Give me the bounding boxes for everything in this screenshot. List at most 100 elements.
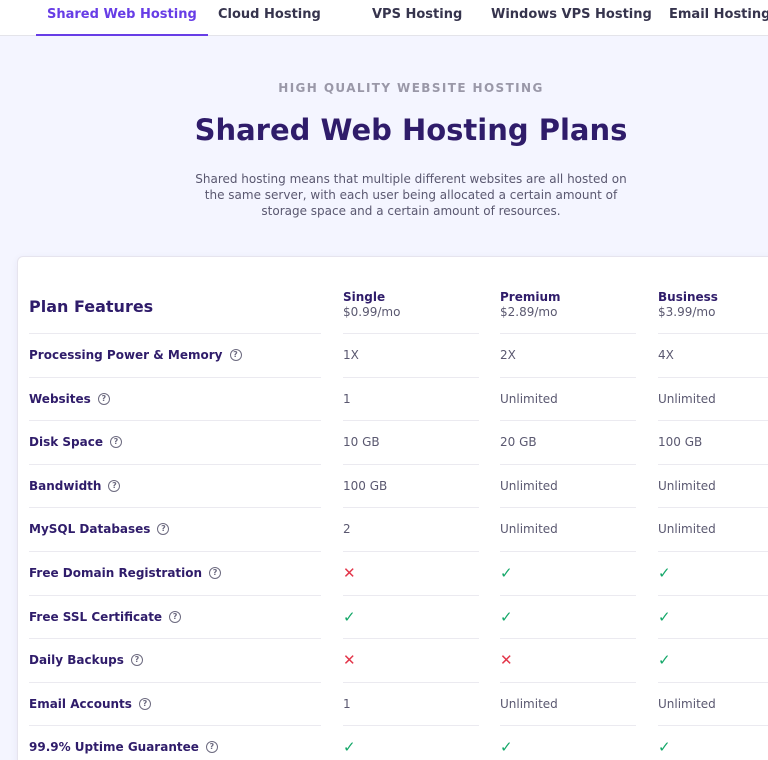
feature-availability: ✓	[500, 563, 513, 583]
plan-header-single: Single $0.99/mo	[343, 290, 400, 319]
feature-value: 1	[343, 391, 351, 406]
help-icon[interactable]: ?	[205, 741, 218, 754]
check-icon: ✓	[343, 738, 356, 757]
help-icon[interactable]: ?	[109, 436, 122, 449]
feature-label: Free SSL Certificate?	[29, 607, 182, 627]
plan-header-premium: Premium $2.89/mo	[500, 290, 561, 319]
feature-label-text: Free Domain Registration	[29, 566, 203, 580]
plan-features-heading: Plan Features	[29, 297, 154, 316]
row-divider	[343, 507, 479, 508]
check-icon: ✓	[658, 607, 671, 626]
feature-label: Bandwidth?	[29, 476, 121, 496]
row-divider	[658, 638, 768, 639]
feature-value: 2X	[500, 348, 516, 362]
row-divider	[29, 682, 321, 683]
row-divider	[343, 464, 479, 465]
row-divider	[500, 420, 636, 421]
help-icon[interactable]: ?	[138, 697, 151, 710]
feature-availability: ✓	[500, 737, 513, 757]
feature-value: 2	[343, 522, 351, 537]
feature-label: Free Domain Registration?	[29, 563, 222, 583]
cross-icon: ✕	[343, 564, 356, 582]
page-title: Shared Web Hosting Plans	[194, 113, 628, 147]
feature-availability: ✓	[343, 607, 356, 627]
feature-label-text: Websites	[29, 391, 91, 406]
row-divider	[29, 507, 321, 508]
feature-label-text: Disk Space	[29, 435, 103, 450]
row-divider	[500, 638, 636, 639]
help-icon[interactable]: ?	[108, 479, 121, 492]
tab-email-hosting[interactable]: Email Hosting	[669, 0, 768, 36]
feature-label-text: Processing Power & Memory	[29, 348, 223, 362]
row-divider	[658, 551, 768, 552]
row-divider	[343, 638, 479, 639]
check-icon: ✓	[658, 651, 671, 670]
feature-label-text: Free SSL Certificate	[29, 609, 163, 624]
row-divider	[343, 682, 479, 683]
row-divider	[500, 595, 636, 596]
section-description: Shared hosting means that multiple diffe…	[195, 172, 627, 218]
feature-value: Unlimited	[500, 522, 558, 537]
tab-windows-vps-hosting[interactable]: Windows VPS Hosting	[491, 0, 652, 36]
row-divider	[29, 725, 321, 726]
row-divider	[500, 377, 636, 378]
row-divider	[343, 725, 479, 726]
row-divider	[29, 420, 321, 421]
feature-availability: ✓	[658, 563, 671, 583]
plan-price: $0.99/mo	[343, 305, 401, 319]
row-divider	[658, 420, 768, 421]
plan-price: $3.99/mo	[658, 305, 716, 319]
feature-availability: ✓	[658, 737, 671, 757]
tab-vps-hosting[interactable]: VPS Hosting	[372, 0, 462, 36]
row-divider	[343, 420, 479, 421]
row-divider	[658, 377, 768, 378]
tab-cloud-hosting[interactable]: Cloud Hosting	[218, 0, 321, 36]
help-icon[interactable]: ?	[209, 567, 222, 579]
feature-value: Unlimited	[658, 478, 716, 493]
feature-value: Unlimited	[658, 522, 716, 537]
help-icon[interactable]: ?	[97, 392, 110, 405]
row-divider	[29, 377, 321, 378]
row-divider	[29, 333, 321, 334]
feature-availability: ✕	[500, 650, 513, 670]
row-divider	[500, 507, 636, 508]
feature-label: Daily Backups?	[29, 650, 143, 670]
plan-header-business: Business $3.99/mo	[658, 290, 718, 319]
row-divider	[29, 638, 321, 639]
tab-shared-web-hosting[interactable]: Shared Web Hosting	[36, 0, 208, 36]
section-kicker: HIGH QUALITY WEBSITE HOSTING	[278, 81, 544, 95]
feature-value: Unlimited	[500, 478, 558, 493]
feature-value: Unlimited	[658, 391, 716, 406]
row-divider	[343, 551, 479, 552]
row-divider	[658, 464, 768, 465]
check-icon: ✓	[500, 564, 513, 582]
feature-availability: ✓	[658, 607, 671, 627]
feature-label: Disk Space?	[29, 432, 122, 452]
row-divider	[500, 464, 636, 465]
row-divider	[500, 551, 636, 552]
feature-label-text: MySQL Databases	[29, 522, 151, 537]
feature-availability: ✕	[343, 563, 356, 583]
feature-label: Processing Power & Memory?	[29, 345, 242, 365]
feature-value: 100 GB	[343, 478, 388, 493]
feature-value: 1X	[343, 348, 359, 362]
check-icon: ✓	[658, 564, 671, 582]
feature-label-text: Daily Backups	[29, 653, 124, 668]
plan-price: $2.89/mo	[500, 305, 558, 319]
plan-comparison-card	[17, 256, 768, 760]
row-divider	[500, 725, 636, 726]
help-icon[interactable]: ?	[169, 610, 182, 623]
help-icon[interactable]: ?	[229, 349, 242, 361]
help-icon[interactable]: ?	[130, 654, 143, 667]
hosting-type-tabs: Shared Web Hosting Cloud Hosting VPS Hos…	[0, 0, 768, 36]
row-divider	[500, 682, 636, 683]
feature-availability: ✓	[343, 737, 356, 757]
row-divider	[658, 595, 768, 596]
check-icon: ✓	[658, 738, 671, 757]
feature-label-text: Email Accounts	[29, 696, 132, 711]
row-divider	[343, 333, 479, 334]
feature-availability: ✓	[500, 607, 513, 627]
feature-label-text: 99.9% Uptime Guarantee	[29, 740, 199, 755]
help-icon[interactable]: ?	[157, 523, 170, 536]
feature-availability: ✕	[343, 650, 356, 670]
